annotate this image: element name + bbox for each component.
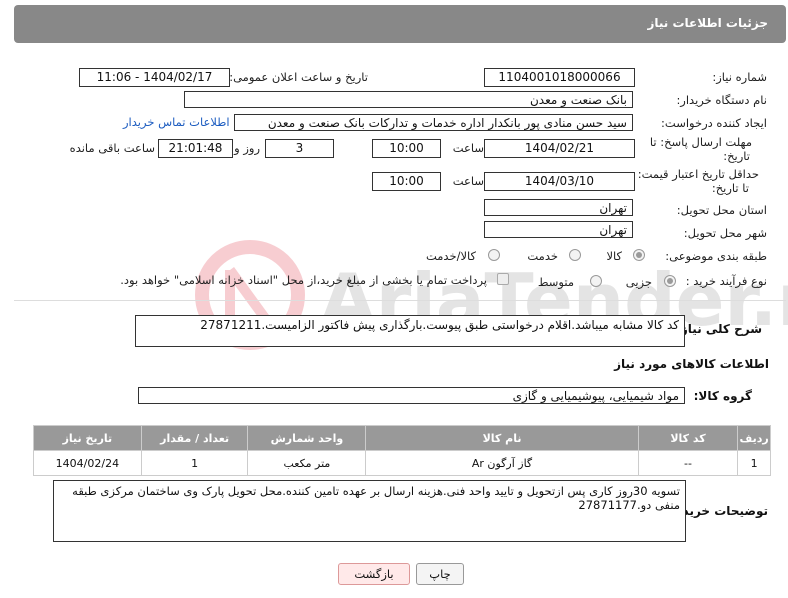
divider [14,300,786,301]
col-header-date: تاریخ نیاز [33,425,142,451]
remaining-label: ساعت باقی مانده [69,141,155,155]
price-time-field[interactable]: 10:00 [372,172,441,191]
process-option-minor: جزیی [625,275,652,289]
province-field[interactable]: تهران [484,199,633,216]
need-number-label: شماره نیاز: [712,70,767,84]
col-header-code: کد کالا [637,425,739,451]
col-header-name: نام کالا [365,425,639,451]
category-option-service: خدمت [527,249,558,263]
cell-name: گاز آرگون Ar [365,450,639,476]
price-time-label: ساعت [452,174,484,188]
page-header: جزئیات اطلاعات نیاز [14,5,786,43]
category-option-goods: کالا [606,249,622,263]
process-radio-medium[interactable] [590,275,602,287]
back-button[interactable]: بازگشت [338,563,410,585]
contact-info-link[interactable]: اطلاعات تماس خریدار [123,115,230,129]
days-field[interactable]: 3 [265,139,334,158]
process-label: نوع فرآیند خرید : [685,274,767,288]
reply-time-label: ساعت [452,141,484,155]
city-label: شهر محل تحویل: [683,226,767,240]
col-header-qty: تعداد / مقدار [140,425,249,451]
cell-unit: متر مکعب [247,450,367,476]
goods-group-field[interactable]: مواد شیمیایی، پیوشیمیایی و گازی [138,387,685,404]
category-option-goods-service: کالا/خدمت [425,249,476,263]
page-title: جزئیات اطلاعات نیاز [647,16,768,30]
treasury-checkbox[interactable] [497,273,509,285]
need-number-field[interactable]: 1104001018000066 [484,68,635,87]
price-validity-label: حداقل تاریخ اعتبار قیمت: [637,167,759,181]
col-header-unit: واحد شمارش [247,425,367,451]
print-button[interactable]: چاپ [416,563,464,585]
days-label: روز و [234,141,260,155]
buyer-notes-textarea[interactable]: تسویه 30روز کاری پس ازتحویل و تایید واحد… [53,480,686,542]
price-date-field[interactable]: 1404/03/10 [484,172,635,191]
category-radio-service[interactable] [569,249,581,261]
reply-deadline-label-2: تاریخ: [723,149,750,163]
process-option-medium: متوسط [537,275,574,289]
city-field[interactable]: تهران [484,221,633,238]
cell-row: 1 [737,450,771,476]
category-radio-goods[interactable] [633,249,645,261]
description-label: شرح کلی نیاز: [676,322,762,336]
price-validity-label-2: تا تاریخ: [711,181,749,195]
creator-label: ایجاد کننده درخواست: [661,116,767,130]
reply-time-field[interactable]: 10:00 [372,139,441,158]
payment-note: پرداخت تمام یا بخشی از مبلغ خرید،از محل … [120,273,487,287]
cell-code: -- [637,450,739,476]
category-label: طبقه بندی موضوعی: [665,249,767,263]
reply-date-field[interactable]: 1404/02/21 [484,139,635,158]
announce-label: تاریخ و ساعت اعلان عمومی: [229,70,368,84]
remaining-time-field[interactable]: 21:01:48 [158,139,233,158]
items-section-title: اطلاعات کالاهای مورد نیاز [614,357,769,371]
category-radio-goods-service[interactable] [488,249,500,261]
cell-qty: 1 [140,450,249,476]
description-textarea[interactable]: کد کالا مشابه میباشد.اقلام درخواستی طبق … [135,315,685,347]
buyer-label: نام دستگاه خریدار: [676,93,767,107]
table-row[interactable]: 1 -- گاز آرگون Ar متر مکعب 1 1404/02/24 [33,450,771,476]
reply-deadline-label: مهلت ارسال پاسخ: تا [649,135,752,149]
cell-date: 1404/02/24 [33,450,142,476]
creator-field[interactable]: سید حسن منادی پور بانکدار اداره خدمات و … [234,114,633,131]
announce-field[interactable]: 1404/02/17 - 11:06 [79,68,230,87]
col-header-row: ردیف [737,425,771,451]
process-radio-minor[interactable] [664,275,676,287]
buyer-field[interactable]: بانک صنعت و معدن [184,91,633,108]
items-table: ردیف کد کالا نام کالا واحد شمارش تعداد /… [33,425,771,476]
goods-group-label: گروه کالا: [693,389,752,403]
province-label: استان محل تحویل: [676,203,767,217]
